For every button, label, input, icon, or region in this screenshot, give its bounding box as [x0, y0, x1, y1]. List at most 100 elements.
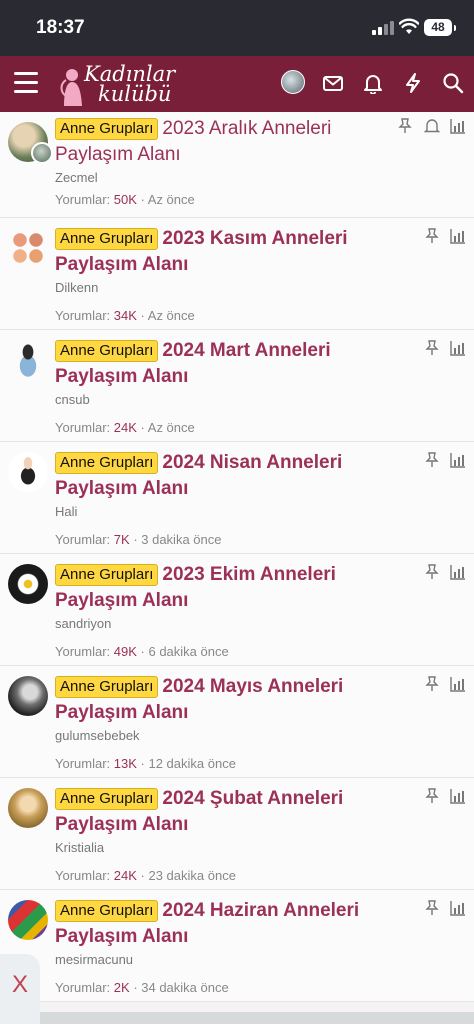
- bell-icon[interactable]: [362, 72, 384, 94]
- close-ad-button[interactable]: X: [0, 954, 40, 1024]
- prefix-badge[interactable]: Anne Grupları: [55, 900, 159, 922]
- search-icon[interactable]: [442, 72, 464, 94]
- stats-icon[interactable]: [450, 340, 466, 356]
- thread-meta: Yorumlar: 49K · 6 dakika önce: [55, 644, 229, 659]
- prefix-badge[interactable]: Anne Grupları: [55, 788, 159, 810]
- replies-label: Yorumlar:: [55, 532, 111, 547]
- thread-item[interactable]: Anne Grupları 2024 Mayıs Anneleri Paylaşı…: [0, 666, 474, 778]
- stats-icon[interactable]: [450, 564, 466, 580]
- mail-icon[interactable]: [322, 72, 344, 94]
- pin-icon: [424, 228, 439, 243]
- thread-title[interactable]: Anne Grupları 2023 Ekim Anneleri Paylaşım…: [55, 562, 395, 614]
- thread-author[interactable]: gulumsebebek: [55, 728, 140, 743]
- thread-actions: [418, 788, 466, 804]
- pin-icon: [424, 788, 439, 803]
- thread-author[interactable]: Zecmel: [55, 170, 98, 185]
- reply-count: 13K: [113, 756, 137, 771]
- thread-item[interactable]: Anne Grupları 2023 Kasım Anneleri Paylaşı…: [0, 218, 474, 330]
- replies-label: Yorumlar:: [55, 868, 111, 883]
- avatar[interactable]: [8, 340, 48, 380]
- replies-label: Yorumlar:: [55, 756, 111, 771]
- thread-author[interactable]: Kristialia: [55, 840, 104, 855]
- avatar[interactable]: [8, 564, 48, 604]
- last-activity: · 12 dakika önce: [140, 756, 236, 771]
- thread-item[interactable]: Anne Grupları 2023 Aralık Anneleri Paylaş…: [0, 112, 474, 218]
- thread-meta: Yorumlar: 2K · 34 dakika önce: [55, 980, 229, 995]
- thread-title[interactable]: Anne Grupları 2023 Kasım Anneleri Paylaşı…: [55, 226, 395, 278]
- prefix-badge[interactable]: Anne Grupları: [55, 564, 159, 586]
- thread-title[interactable]: Anne Grupları 2024 Mart Anneleri Paylaşım…: [55, 338, 395, 390]
- stats-icon[interactable]: [450, 228, 466, 244]
- reply-count: 7K: [113, 532, 130, 547]
- pin-icon: [424, 676, 439, 691]
- reply-count: 34K: [113, 308, 137, 323]
- avatar-secondary[interactable]: [31, 142, 53, 164]
- stats-icon[interactable]: [450, 676, 466, 692]
- thread-author[interactable]: sandriyon: [55, 616, 111, 631]
- thread-item[interactable]: Anne Grupları 2023 Ekim Anneleri Paylaşım…: [0, 554, 474, 666]
- thread-item[interactable]: Anne Grupları 2024 Haziran Anneleri Payla…: [0, 890, 474, 1002]
- replies-label: Yorumlar:: [55, 420, 111, 435]
- avatar[interactable]: [8, 676, 48, 716]
- lightning-icon[interactable]: [402, 72, 424, 94]
- avatar[interactable]: [8, 900, 48, 940]
- thread-list: Anne Grupları 2023 Aralık Anneleri Paylaş…: [0, 112, 474, 1002]
- avatar[interactable]: [8, 788, 48, 828]
- thread-meta: Yorumlar: 50K · Az önce: [55, 192, 195, 207]
- thread-title[interactable]: Anne Grupları 2023 Aralık Anneleri Paylaş…: [55, 116, 395, 168]
- thread-actions: [418, 340, 466, 356]
- thread-item[interactable]: Anne Grupları 2024 Mart Anneleri Paylaşım…: [0, 330, 474, 442]
- thread-title[interactable]: Anne Grupları 2024 Şubat Anneleri Paylaşı…: [55, 786, 395, 838]
- thread-item[interactable]: Anne Grupları 2024 Şubat Anneleri Paylaşı…: [0, 778, 474, 890]
- last-activity: · Az önce: [140, 308, 195, 323]
- wifi-icon: [399, 18, 419, 34]
- top-navbar: Kadınlar kulübü: [0, 56, 474, 112]
- reply-count: 24K: [113, 868, 137, 883]
- menu-icon[interactable]: [14, 72, 38, 94]
- avatar[interactable]: [8, 228, 48, 268]
- bottom-bar: [40, 1012, 474, 1024]
- user-avatar[interactable]: [281, 70, 305, 94]
- avatar[interactable]: [8, 452, 48, 492]
- last-activity: · 34 dakika önce: [133, 980, 229, 995]
- pin-icon: [424, 564, 439, 579]
- replies-label: Yorumlar:: [55, 308, 111, 323]
- reply-count: 24K: [113, 420, 137, 435]
- replies-label: Yorumlar:: [55, 644, 111, 659]
- signal-icon: [372, 21, 394, 35]
- thread-actions: [418, 900, 466, 916]
- prefix-badge[interactable]: Anne Grupları: [55, 228, 159, 250]
- stats-icon[interactable]: [450, 452, 466, 468]
- thread-author[interactable]: Dilkenn: [55, 280, 98, 295]
- last-activity: · Az önce: [140, 192, 195, 207]
- last-activity: · 23 dakika önce: [140, 868, 236, 883]
- thread-title[interactable]: Anne Grupları 2024 Haziran Anneleri Payla…: [55, 898, 395, 950]
- prefix-badge[interactable]: Anne Grupları: [55, 452, 159, 474]
- replies-label: Yorumlar:: [55, 192, 111, 207]
- stats-icon[interactable]: [450, 788, 466, 804]
- prefix-badge[interactable]: Anne Grupları: [55, 340, 159, 362]
- thread-item[interactable]: Anne Grupları 2024 Nisan Anneleri Paylaşı…: [0, 442, 474, 554]
- stats-icon[interactable]: [450, 118, 466, 134]
- reply-count: 2K: [113, 980, 130, 995]
- last-activity: · 6 dakika önce: [140, 644, 229, 659]
- thread-title[interactable]: Anne Grupları 2024 Nisan Anneleri Paylaşı…: [55, 450, 395, 502]
- thread-author[interactable]: mesirmacunu: [55, 952, 133, 967]
- pin-icon: [424, 900, 439, 915]
- pin-icon: [424, 452, 439, 467]
- logo-text-line2: kulübü: [98, 82, 172, 106]
- prefix-badge[interactable]: Anne Grupları: [55, 676, 159, 698]
- prefix-badge[interactable]: Anne Grupları: [55, 118, 159, 140]
- thread-meta: Yorumlar: 24K · 23 dakika önce: [55, 868, 236, 883]
- bell-icon[interactable]: [423, 118, 440, 134]
- site-logo[interactable]: Kadınlar kulübü: [58, 60, 178, 108]
- thread-author[interactable]: Hali: [55, 504, 77, 519]
- thread-meta: Yorumlar: 34K · Az önce: [55, 308, 195, 323]
- thread-author[interactable]: cnsub: [55, 392, 90, 407]
- reply-count: 50K: [113, 192, 137, 207]
- thread-actions: [418, 228, 466, 244]
- stats-icon[interactable]: [450, 900, 466, 916]
- status-time: 18:37: [36, 17, 85, 38]
- battery-icon: 48: [424, 19, 456, 36]
- thread-title[interactable]: Anne Grupları 2024 Mayıs Anneleri Paylaşı…: [55, 674, 395, 726]
